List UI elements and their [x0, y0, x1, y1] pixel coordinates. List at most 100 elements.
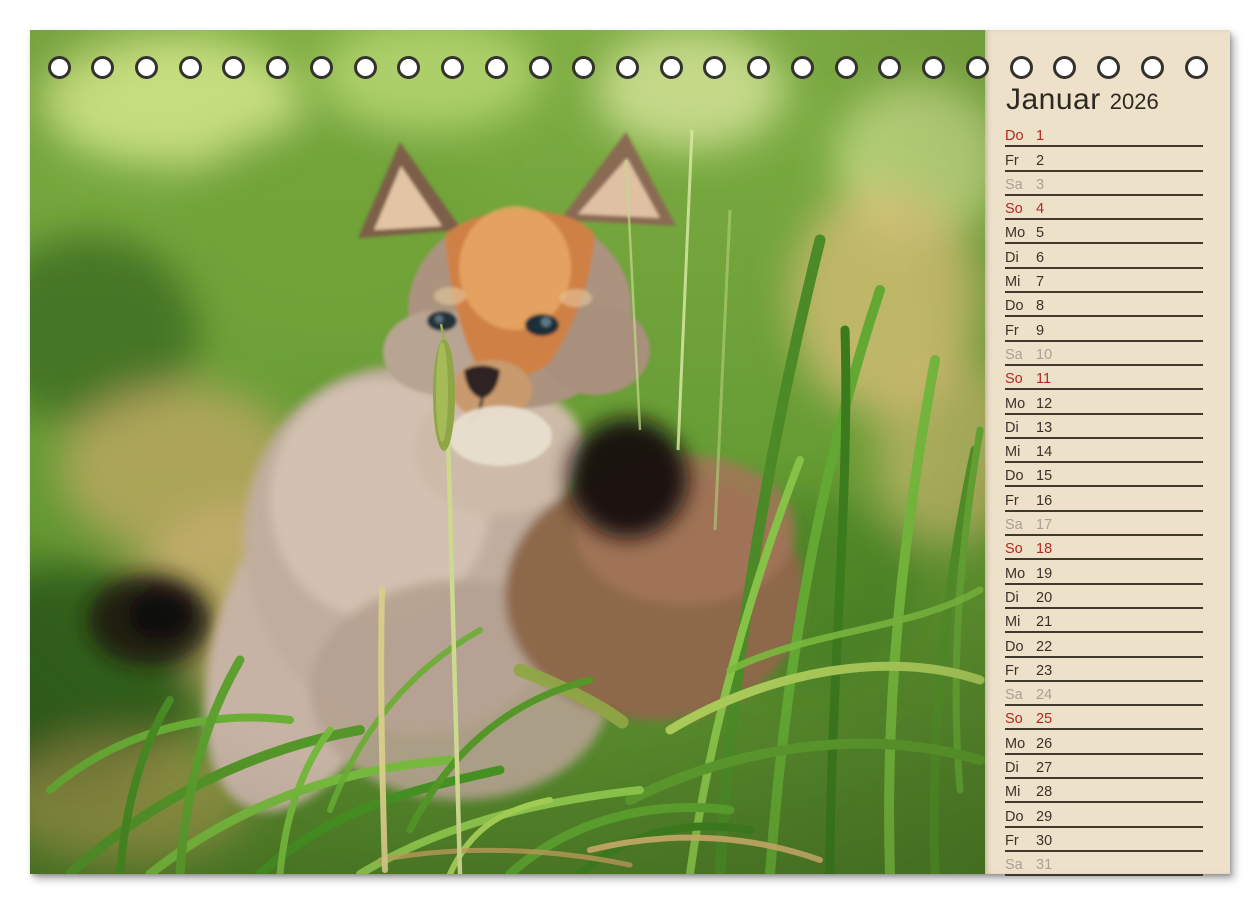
- day-label: Mo: [1005, 737, 1036, 752]
- day-row: Sa10: [1005, 342, 1203, 366]
- day-label: So: [1005, 372, 1036, 387]
- day-number: 21: [1036, 615, 1052, 630]
- day-number: 9: [1036, 324, 1044, 339]
- day-label: Do: [1005, 299, 1036, 314]
- day-number: 4: [1036, 202, 1044, 217]
- day-label: Sa: [1005, 518, 1036, 533]
- day-number: 28: [1036, 785, 1052, 800]
- day-number: 26: [1036, 737, 1052, 752]
- day-number: 19: [1036, 567, 1052, 582]
- day-row: Mi14: [1005, 439, 1203, 463]
- day-row: Fr23: [1005, 658, 1203, 682]
- day-label: Mo: [1005, 397, 1036, 412]
- binder-hole: [966, 56, 989, 79]
- day-label: Do: [1005, 810, 1036, 825]
- day-number: 20: [1036, 591, 1052, 606]
- day-row: Do1: [1005, 123, 1203, 147]
- day-number: 18: [1036, 542, 1052, 557]
- binder-hole: [1097, 56, 1120, 79]
- binder-hole: [922, 56, 945, 79]
- product-image: Januar 2026 Do1Fr2Sa3So4Mo5Di6Mi7Do8Fr9S…: [0, 0, 1260, 905]
- day-row: Sa31: [1005, 852, 1203, 876]
- day-number: 17: [1036, 518, 1052, 533]
- binder-hole: [747, 56, 770, 79]
- day-row: So11: [1005, 366, 1203, 390]
- day-row: Sa24: [1005, 682, 1203, 706]
- day-label: So: [1005, 202, 1036, 217]
- binder-hole: [1010, 56, 1033, 79]
- photo-fox-kit: [30, 30, 985, 874]
- day-label: Mo: [1005, 226, 1036, 241]
- day-row: So25: [1005, 706, 1203, 730]
- day-number: 1: [1036, 129, 1044, 144]
- day-row: Do8: [1005, 293, 1203, 317]
- day-row: Do15: [1005, 463, 1203, 487]
- binder-hole: [616, 56, 639, 79]
- day-number: 10: [1036, 348, 1052, 363]
- calendar-sheet: Januar 2026 Do1Fr2Sa3So4Mo5Di6Mi7Do8Fr9S…: [30, 30, 1230, 874]
- binder-hole: [135, 56, 158, 79]
- binder-hole: [91, 56, 114, 79]
- day-label: Sa: [1005, 688, 1036, 703]
- day-label: Fr: [1005, 324, 1036, 339]
- day-row: Mi7: [1005, 269, 1203, 293]
- day-label: So: [1005, 712, 1036, 727]
- day-row: So4: [1005, 196, 1203, 220]
- day-number: 2: [1036, 154, 1044, 169]
- day-row: Do29: [1005, 803, 1203, 827]
- binder-holes: [30, 30, 1230, 110]
- day-number: 22: [1036, 640, 1052, 655]
- day-row: Mo5: [1005, 220, 1203, 244]
- day-row: Di20: [1005, 585, 1203, 609]
- day-number: 5: [1036, 226, 1044, 241]
- day-number: 31: [1036, 858, 1052, 873]
- day-number: 15: [1036, 469, 1052, 484]
- day-number: 29: [1036, 810, 1052, 825]
- day-number: 12: [1036, 397, 1052, 412]
- binder-hole: [48, 56, 71, 79]
- day-number: 23: [1036, 664, 1052, 679]
- day-label: Di: [1005, 251, 1036, 266]
- day-row: Mi28: [1005, 779, 1203, 803]
- day-row: Di27: [1005, 755, 1203, 779]
- day-label: Sa: [1005, 858, 1036, 873]
- day-number: 7: [1036, 275, 1044, 290]
- day-label: Mi: [1005, 275, 1036, 290]
- day-number: 24: [1036, 688, 1052, 703]
- day-row: Do22: [1005, 633, 1203, 657]
- binder-hole: [660, 56, 683, 79]
- binder-hole: [310, 56, 333, 79]
- day-label: So: [1005, 542, 1036, 557]
- day-row: Di13: [1005, 415, 1203, 439]
- binder-hole: [529, 56, 552, 79]
- binder-hole: [222, 56, 245, 79]
- day-row: Sa17: [1005, 512, 1203, 536]
- day-label: Do: [1005, 640, 1036, 655]
- day-label: Fr: [1005, 834, 1036, 849]
- day-label: Sa: [1005, 178, 1036, 193]
- day-row: Mo19: [1005, 560, 1203, 584]
- day-row: Sa3: [1005, 172, 1203, 196]
- day-number: 13: [1036, 421, 1052, 436]
- day-label: Di: [1005, 421, 1036, 436]
- day-label: Di: [1005, 591, 1036, 606]
- day-number: 11: [1036, 372, 1051, 387]
- day-label: Di: [1005, 761, 1036, 776]
- binder-hole: [878, 56, 901, 79]
- day-label: Mi: [1005, 785, 1036, 800]
- binder-hole: [1185, 56, 1208, 79]
- day-row: Fr2: [1005, 147, 1203, 171]
- day-row: Fr16: [1005, 487, 1203, 511]
- binder-hole: [791, 56, 814, 79]
- binder-hole: [441, 56, 464, 79]
- binder-hole: [354, 56, 377, 79]
- binder-hole: [485, 56, 508, 79]
- day-row: Fr30: [1005, 828, 1203, 852]
- binder-hole: [266, 56, 289, 79]
- day-label: Do: [1005, 129, 1036, 144]
- fox-illustration: [30, 30, 985, 874]
- day-rows: Do1Fr2Sa3So4Mo5Di6Mi7Do8Fr9Sa10So11Mo12D…: [1005, 123, 1203, 876]
- day-row: Fr9: [1005, 317, 1203, 341]
- binder-hole: [572, 56, 595, 79]
- day-row: So18: [1005, 536, 1203, 560]
